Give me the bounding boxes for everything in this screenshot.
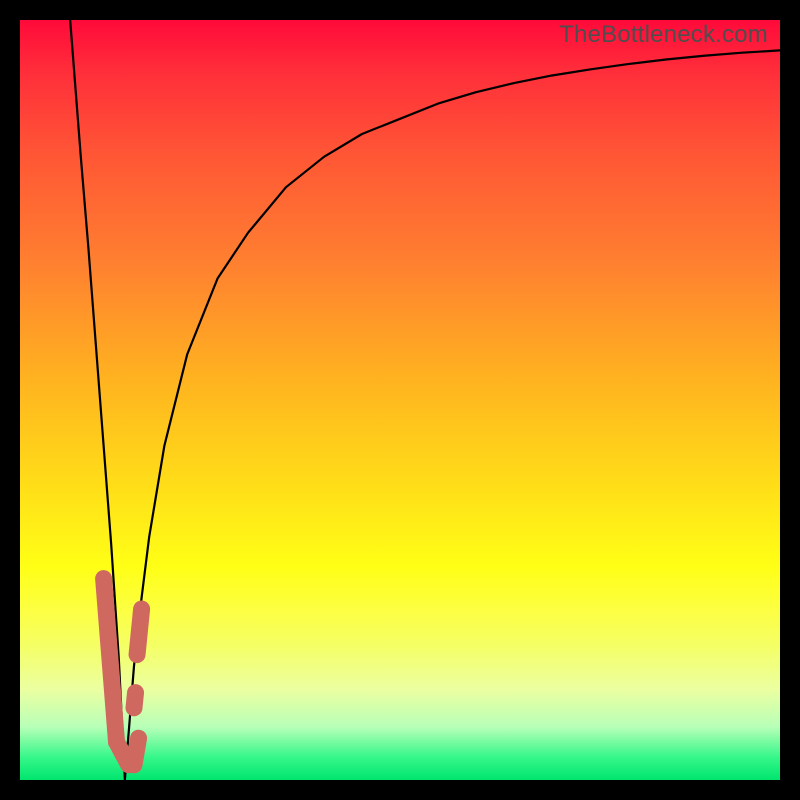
vertex-markers xyxy=(104,579,142,765)
curve-svg xyxy=(20,20,780,780)
bottleneck-curve xyxy=(70,20,780,780)
marker-segment xyxy=(134,738,139,765)
marker-segment xyxy=(134,693,136,708)
plot-area: TheBottleneck.com xyxy=(20,20,780,780)
chart-frame: TheBottleneck.com xyxy=(0,0,800,800)
marker-segment xyxy=(137,609,142,655)
